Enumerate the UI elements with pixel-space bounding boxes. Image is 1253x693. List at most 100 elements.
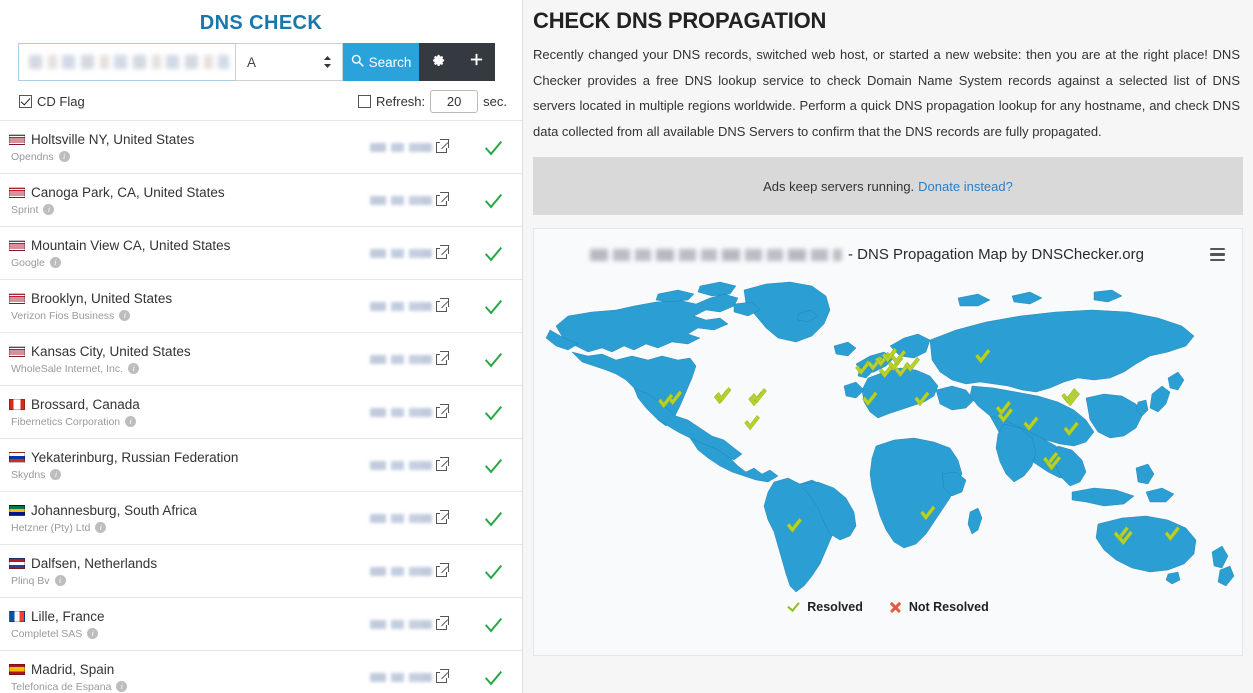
server-row[interactable]: Yekaterinburg, Russian Federation Skydns i <box>0 439 522 492</box>
server-provider-line: Telefonica de Espana i <box>9 681 370 693</box>
chevron-updown-icon <box>323 55 332 69</box>
external-link-icon[interactable] <box>436 459 448 471</box>
server-provider-line: Skydns i <box>9 469 370 481</box>
info-icon[interactable]: i <box>54 575 66 586</box>
hamburger-icon[interactable] <box>1207 245 1228 264</box>
info-icon[interactable]: i <box>95 522 107 533</box>
info-icon[interactable]: i <box>128 363 140 374</box>
status-resolved-icon <box>484 241 502 262</box>
map-legend: Resolved Not Resolved <box>534 600 1242 614</box>
record-type-select[interactable]: A <box>235 43 343 81</box>
server-provider: Verizon Fios Business <box>11 309 115 322</box>
dns-checker-page: DNS CHECK A Search CD Flag Refresh: 20 s… <box>0 0 1253 693</box>
server-info: Dalfsen, Netherlands Plinq Bv i <box>9 556 370 587</box>
server-location: Holtsville NY, United States <box>31 131 195 147</box>
info-icon[interactable]: i <box>119 310 131 321</box>
legend-label: Resolved <box>807 600 863 615</box>
external-link-icon[interactable] <box>436 618 448 630</box>
server-provider: Plinq Bv <box>11 574 50 587</box>
server-info: Brossard, Canada Fibernetics Corporation i <box>9 397 370 428</box>
server-status-cell <box>465 453 522 474</box>
flag-icon-es <box>9 663 25 675</box>
search-button[interactable]: Search <box>343 43 419 81</box>
server-ip-cell <box>370 671 464 683</box>
status-resolved-icon <box>484 294 502 315</box>
server-location-line: Brossard, Canada <box>9 397 370 412</box>
server-status-cell <box>465 665 522 686</box>
page-title: DNS CHECK <box>199 12 323 34</box>
server-ip-blurred <box>370 672 433 682</box>
ads-banner-text: Ads keep servers running. <box>763 178 915 194</box>
external-link-icon[interactable] <box>436 671 448 683</box>
server-row[interactable]: Mountain View CA, United States Google i <box>0 227 522 280</box>
info-icon[interactable]: i <box>43 204 55 215</box>
status-resolved-icon <box>484 506 502 527</box>
world-map[interactable] <box>534 268 1242 598</box>
server-location: Canoga Park, CA, United States <box>31 184 225 200</box>
server-provider-line: Completel SAS i <box>9 628 370 640</box>
server-location-line: Canoga Park, CA, United States <box>9 185 370 200</box>
flag-icon-ca <box>9 398 25 410</box>
server-ip-cell <box>370 406 464 418</box>
external-link-icon[interactable] <box>436 194 448 206</box>
server-row[interactable]: Holtsville NY, United States Opendns i <box>0 121 522 174</box>
server-location: Yekaterinburg, Russian Federation <box>31 449 239 465</box>
info-icon[interactable]: i <box>87 628 99 639</box>
server-row[interactable]: Madrid, Spain Telefonica de Espana i <box>0 651 522 693</box>
world-map-svg <box>545 281 1235 593</box>
options-row: CD Flag Refresh: 20 sec. <box>19 89 507 113</box>
server-provider: WholeSale Internet, Inc. <box>11 362 124 375</box>
legend-item: Resolved <box>787 600 863 614</box>
server-info: Mountain View CA, United States Google i <box>9 238 370 269</box>
flag-icon-za <box>9 504 25 516</box>
server-status-cell <box>465 347 522 368</box>
domain-input[interactable] <box>18 43 235 81</box>
external-link-icon[interactable] <box>436 512 448 524</box>
search-icon <box>351 54 364 70</box>
refresh-seconds-input[interactable]: 20 <box>430 89 479 113</box>
gear-icon <box>431 53 446 72</box>
cross-icon <box>889 601 902 614</box>
server-location-line: Madrid, Spain <box>9 662 370 677</box>
external-link-icon[interactable] <box>436 353 448 365</box>
server-row[interactable]: Johannesburg, South Africa Hetzner (Pty) … <box>0 492 522 545</box>
info-icon[interactable]: i <box>125 416 137 427</box>
server-status-cell <box>465 612 522 633</box>
server-location: Madrid, Spain <box>31 661 115 677</box>
settings-button[interactable] <box>419 43 457 81</box>
server-row[interactable]: Canoga Park, CA, United States Sprint i <box>0 174 522 227</box>
server-status-cell <box>465 400 522 421</box>
external-link-icon[interactable] <box>436 247 448 259</box>
left-panel: DNS CHECK A Search CD Flag Refresh: 20 s… <box>0 0 523 693</box>
external-link-icon[interactable] <box>436 141 448 153</box>
server-row[interactable]: Kansas City, United States WholeSale Inte… <box>0 333 522 386</box>
flag-icon-us <box>9 345 25 357</box>
server-row[interactable]: Brooklyn, United States Verizon Fios Busi… <box>0 280 522 333</box>
server-info: Holtsville NY, United States Opendns i <box>9 132 370 163</box>
external-link-icon[interactable] <box>436 565 448 577</box>
external-link-icon[interactable] <box>436 406 448 418</box>
server-provider-line: Opendns i <box>9 151 370 163</box>
server-provider: Completel SAS <box>11 627 83 640</box>
server-location: Brossard, Canada <box>31 396 140 412</box>
server-ip-blurred <box>370 142 433 152</box>
server-row[interactable]: Lille, France Completel SAS i <box>0 598 522 651</box>
info-icon[interactable]: i <box>58 151 70 162</box>
add-server-button[interactable] <box>457 43 495 81</box>
info-icon[interactable]: i <box>50 469 62 480</box>
donate-link[interactable]: Donate instead? <box>918 179 1013 194</box>
cd-flag-checkbox-box[interactable] <box>19 94 32 108</box>
external-link-icon[interactable] <box>436 300 448 312</box>
server-location-line: Brooklyn, United States <box>9 291 370 306</box>
cd-flag-checkbox[interactable]: CD Flag <box>19 94 85 109</box>
server-info: Brooklyn, United States Verizon Fios Busi… <box>9 291 370 322</box>
server-status-cell <box>465 135 522 156</box>
server-status-cell <box>465 506 522 527</box>
server-row[interactable]: Dalfsen, Netherlands Plinq Bv i <box>0 545 522 598</box>
info-icon[interactable]: i <box>116 681 128 692</box>
info-icon[interactable]: i <box>49 257 61 268</box>
server-info: Canoga Park, CA, United States Sprint i <box>9 185 370 216</box>
server-row[interactable]: Brossard, Canada Fibernetics Corporation i <box>0 386 522 439</box>
refresh-checkbox[interactable] <box>358 94 372 108</box>
server-status-cell <box>465 294 522 315</box>
